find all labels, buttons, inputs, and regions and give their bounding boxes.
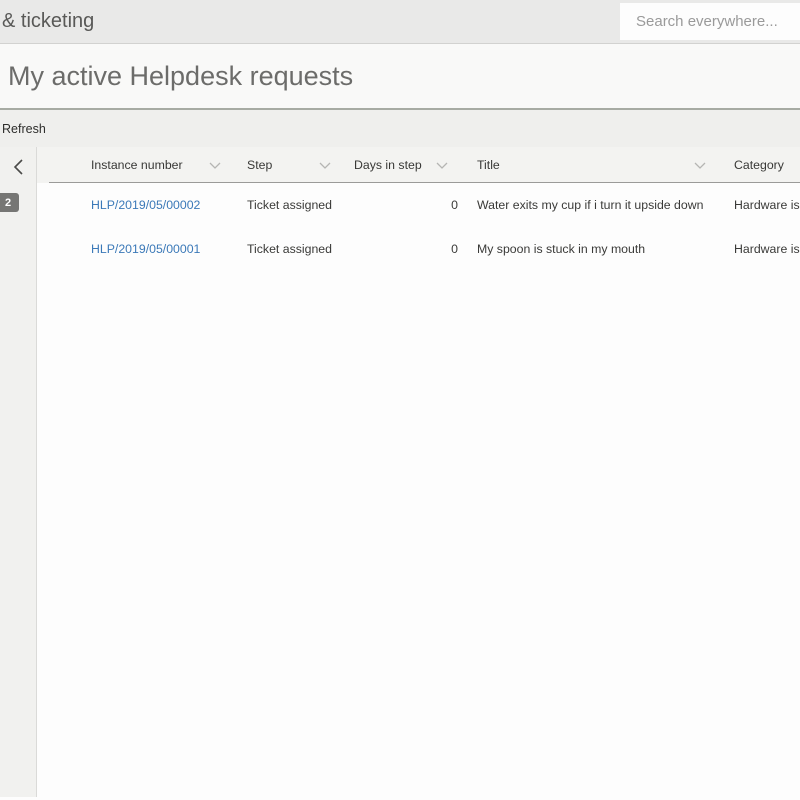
left-rail: 2 [0, 147, 37, 797]
cell-days-in-step: 0 [347, 198, 464, 212]
search-input[interactable] [620, 3, 800, 40]
sort-chevron-icon[interactable] [209, 158, 221, 172]
column-header-days-in-step[interactable]: Days in step [347, 158, 464, 172]
column-label: Days in step [354, 158, 422, 172]
collapse-panel-button[interactable] [0, 157, 37, 179]
tickets-grid: Instance number Step Days in step Title [37, 147, 800, 797]
app-title: & ticketing [0, 10, 94, 33]
grid-header-row: Instance number Step Days in step Title [37, 147, 800, 183]
column-label: Step [247, 158, 272, 172]
cell-instance-number: HLP/2019/05/00002 [37, 198, 237, 212]
sort-chevron-icon[interactable] [319, 158, 331, 172]
instance-number-link[interactable]: HLP/2019/05/00001 [91, 242, 200, 256]
cell-title: My spoon is stuck in my mouth [464, 242, 722, 256]
content-area: 2 Instance number Step Days in step [0, 147, 800, 797]
report-toolbar: Refresh [0, 110, 800, 147]
column-header-title[interactable]: Title [464, 158, 722, 172]
column-header-step[interactable]: Step [237, 158, 347, 172]
sort-chevron-icon[interactable] [694, 158, 706, 172]
instance-number-link[interactable]: HLP/2019/05/00002 [91, 198, 200, 212]
chevron-left-icon [13, 158, 24, 179]
cell-category: Hardware issue [722, 242, 800, 256]
column-header-instance-number[interactable]: Instance number [37, 158, 237, 172]
cell-title: Water exits my cup if i turn it upside d… [464, 198, 722, 212]
table-row: HLP/2019/05/00002 Ticket assigned 0 Wate… [37, 183, 800, 227]
column-label: Category [734, 158, 784, 172]
page-heading-bar: My active Helpdesk requests [0, 44, 800, 110]
cell-step: Ticket assigned [237, 198, 347, 212]
top-bar: & ticketing [0, 0, 800, 44]
page-title: My active Helpdesk requests [0, 61, 353, 92]
cell-instance-number: HLP/2019/05/00001 [37, 242, 237, 256]
column-header-category[interactable]: Category [722, 158, 800, 172]
cell-days-in-step: 0 [347, 242, 464, 256]
cell-category: Hardware issue [722, 198, 800, 212]
ticket-count-badge[interactable]: 2 [0, 193, 19, 212]
refresh-button[interactable]: Refresh [0, 122, 46, 136]
cell-step: Ticket assigned [237, 242, 347, 256]
column-label: Instance number [91, 158, 183, 172]
sort-chevron-icon[interactable] [436, 158, 448, 172]
table-row: HLP/2019/05/00001 Ticket assigned 0 My s… [37, 227, 800, 271]
column-label: Title [477, 158, 500, 172]
